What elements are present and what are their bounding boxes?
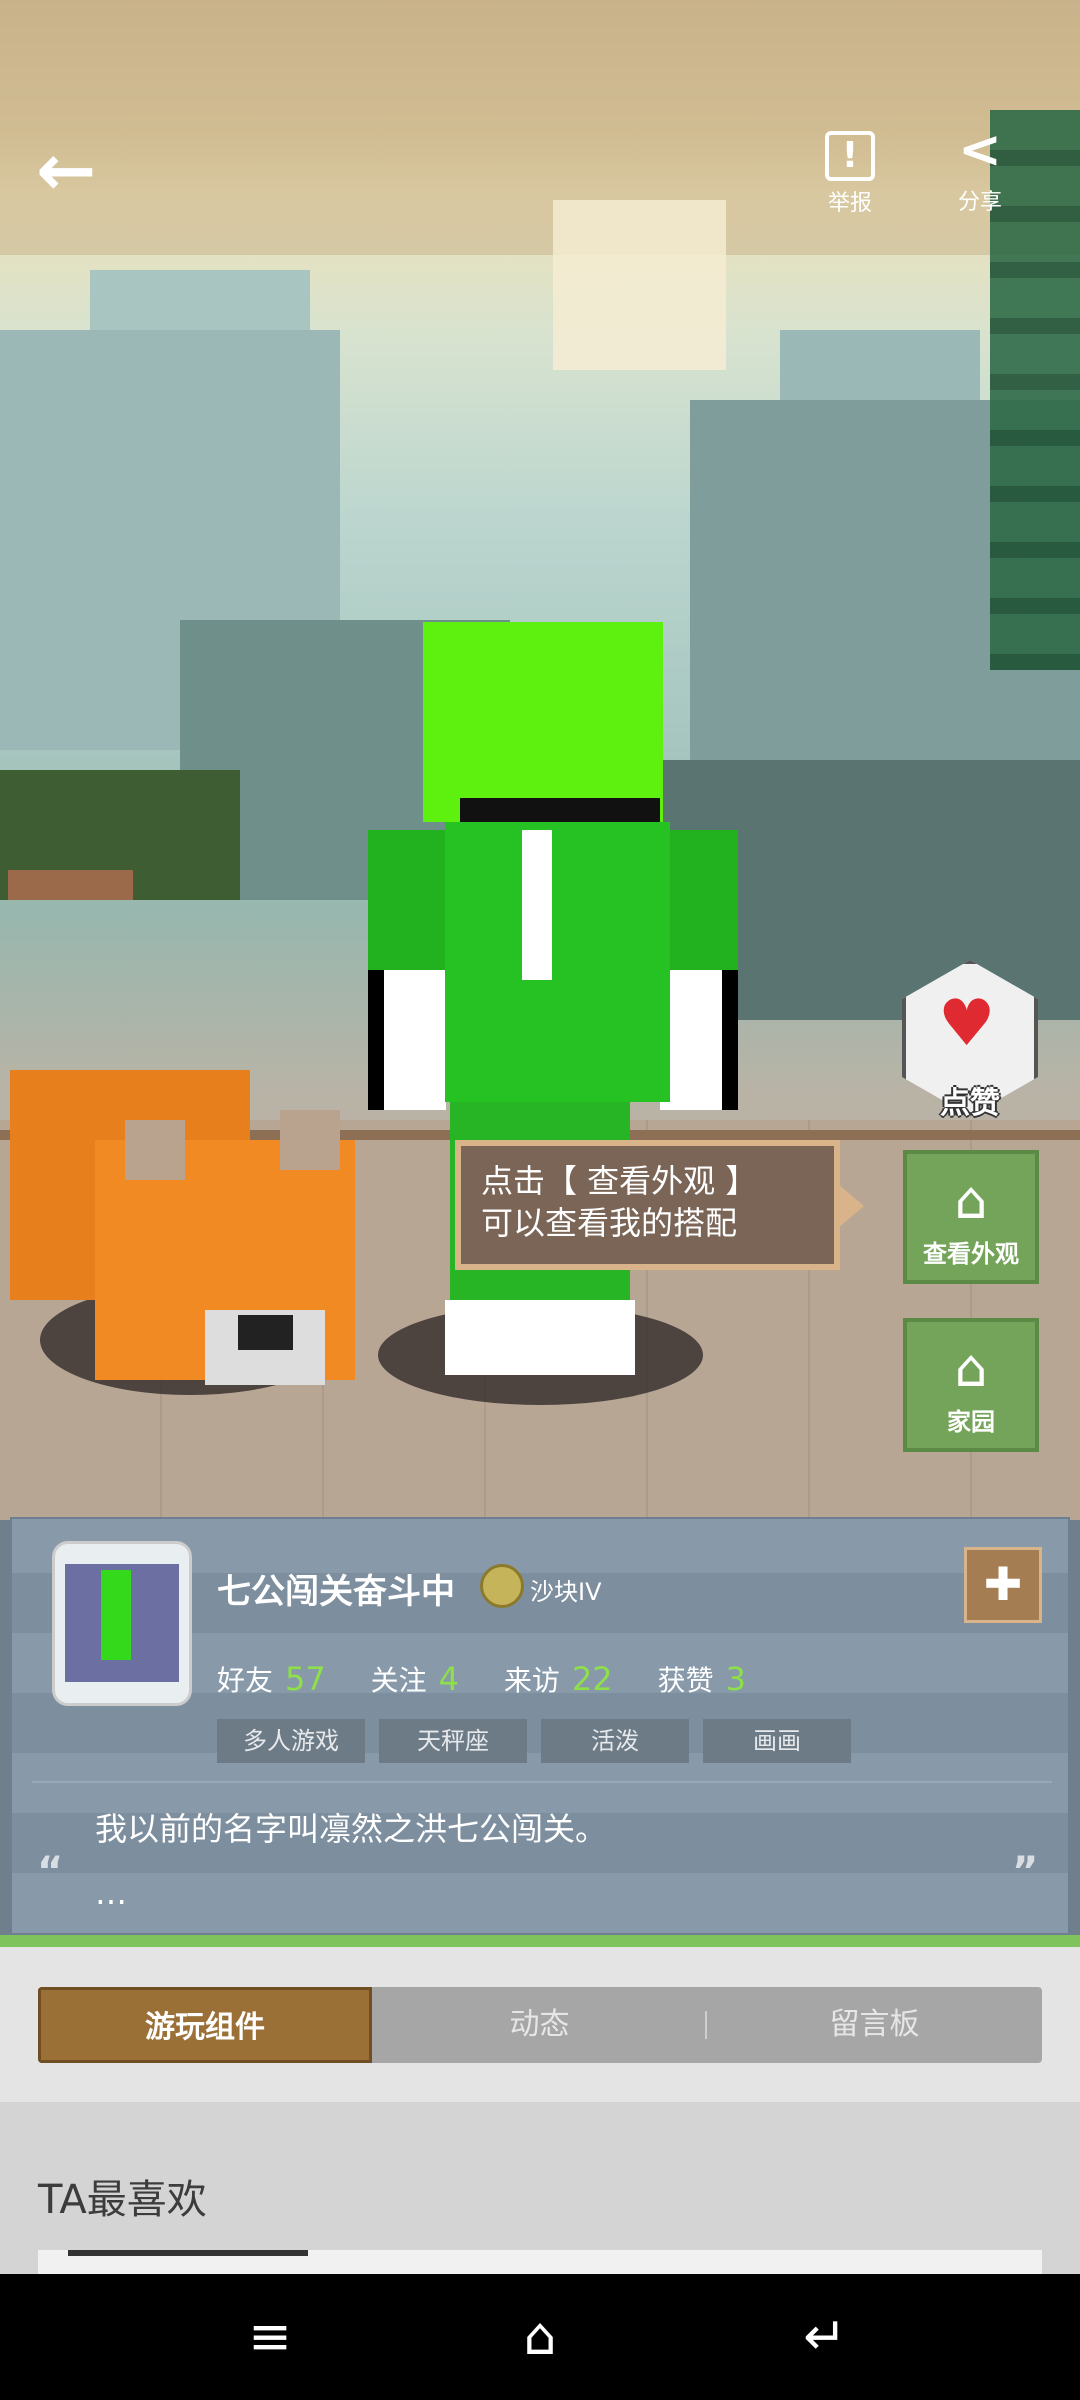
tab-activity[interactable]: 动态 [372, 1987, 707, 2063]
tag: 天秤座 [379, 1719, 527, 1763]
favorites-list[interactable] [38, 2250, 1042, 2274]
favorites-section: TA最喜欢 [0, 2102, 1080, 2274]
sun-decoration [553, 200, 726, 370]
back-button[interactable]: ← [36, 134, 116, 206]
character-shoes[interactable] [445, 1300, 635, 1375]
stat-value[interactable]: 22 [572, 1660, 613, 1698]
tab-message-board[interactable]: 留言板 [707, 1987, 1042, 2063]
pet-fox-eye [238, 1315, 293, 1350]
add-friend-button[interactable]: ✚ [964, 1547, 1042, 1623]
profile-tags: 多人游戏 天秤座 活泼 画画 [217, 1719, 865, 1763]
add-friend-icon: ✚ [983, 1557, 1023, 1611]
tag: 画画 [703, 1719, 851, 1763]
home-label: 家园 [947, 1408, 995, 1436]
stat-value[interactable]: 3 [726, 1660, 746, 1698]
profile-bio: 我以前的名字叫凛然之洪七公闯关。 [95, 1810, 608, 1848]
character-hand [660, 970, 738, 1110]
like-label: 点赞 [940, 1086, 1000, 1121]
home-button[interactable]: ⌂ 家园 [903, 1318, 1039, 1452]
character-visor [460, 798, 660, 822]
tab-bar: 游玩组件 动态 留言板 [38, 1987, 1042, 2063]
profile-name: 七公闯关奋斗中 [217, 1572, 455, 1612]
report-label: 举报 [827, 191, 872, 216]
tooltip-line: 可以查看我的搭配 [481, 1204, 738, 1242]
house-search-icon: ⌂ [954, 1171, 988, 1231]
stat-label: 关注 [370, 1664, 427, 1697]
stat-label: 获赞 [657, 1664, 714, 1697]
system-nav-bar: ≡ ⌂ ↵ [0, 2274, 1080, 2400]
outfit-tooltip: 点击【 查看外观 】 可以查看我的搭配 [455, 1140, 864, 1270]
tooltip-line: 点击【 查看外观 】 [481, 1162, 758, 1200]
home-nav-icon[interactable]: ⌂ [500, 2302, 580, 2372]
character-head[interactable] [423, 622, 663, 822]
view-outfit-label: 查看外观 [923, 1240, 1019, 1268]
quote-close-icon: ” [1012, 1849, 1039, 1895]
share-label: 分享 [957, 190, 1002, 215]
avatar-figure [101, 1570, 131, 1660]
bio-expand[interactable]: … [95, 1874, 127, 1912]
report-icon: ! [825, 131, 875, 181]
quote-open-icon: “ [37, 1849, 64, 1895]
profile-card: 七公闯关奋斗中 沙块IV ✚ 好友 57 关注 4 来访 22 获赞 3 多人游戏 天秤座… [10, 1517, 1070, 1935]
share-icon: < [958, 120, 1002, 180]
section-title: TA最喜欢 [38, 2177, 207, 2223]
level-badge-icon [480, 1564, 524, 1608]
avatar[interactable] [52, 1541, 192, 1706]
character-body[interactable] [445, 822, 670, 1102]
view-outfit-button[interactable]: ⌂ 查看外观 [903, 1150, 1039, 1284]
tab-area: 游玩组件 动态 留言板 [0, 1947, 1080, 2102]
header-overlay [0, 0, 1080, 255]
tab-play-components[interactable]: 游玩组件 [38, 1987, 372, 2063]
stat-label: 好友 [217, 1664, 274, 1697]
divider [32, 1781, 1052, 1783]
tag: 活泼 [541, 1719, 689, 1763]
back-nav-icon[interactable]: ↵ [785, 2302, 865, 2372]
section-divider [0, 1935, 1080, 1947]
stat-value[interactable]: 4 [439, 1660, 459, 1698]
menu-icon[interactable]: ≡ [230, 2302, 310, 2372]
level-label: 沙块IV [530, 1578, 602, 1606]
bonsai-pot [8, 870, 133, 900]
stat-value[interactable]: 57 [285, 1660, 326, 1698]
profile-stats: 好友 57 关注 4 来访 22 获赞 3 [217, 1659, 782, 1699]
heart-icon: ♥ [938, 987, 996, 1061]
share-button[interactable]: < 分享 [930, 120, 1030, 216]
report-button[interactable]: ! 举报 [800, 120, 900, 217]
home-icon: ⌂ [954, 1339, 988, 1399]
character-hand [368, 970, 446, 1110]
back-arrow-icon: ← [36, 128, 97, 212]
like-button[interactable]: ♥ 点赞 [902, 960, 1038, 1121]
stat-label: 来访 [503, 1664, 560, 1697]
pet-fox-ear [280, 1110, 340, 1170]
tag: 多人游戏 [217, 1719, 365, 1763]
pet-fox-ear [125, 1120, 185, 1180]
profile-scene [0, 0, 1080, 1520]
character-stripe [522, 830, 552, 980]
